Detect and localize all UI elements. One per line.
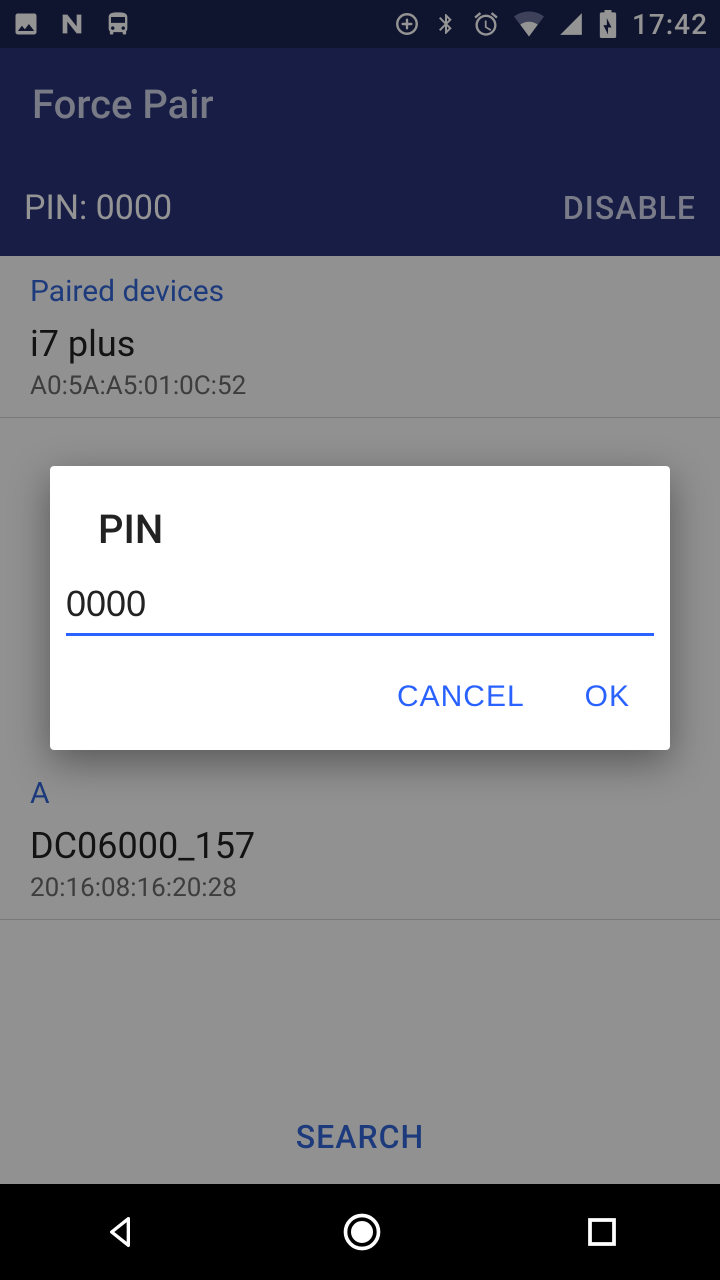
cancel-button[interactable]: CANCEL xyxy=(397,680,525,714)
back-icon[interactable] xyxy=(100,1212,140,1252)
home-icon[interactable] xyxy=(340,1210,384,1254)
recent-apps-icon[interactable] xyxy=(584,1214,620,1250)
nav-bar xyxy=(0,1184,720,1280)
dialog-title: PIN xyxy=(50,506,670,577)
ok-button[interactable]: OK xyxy=(585,680,630,714)
pin-dialog: PIN CANCEL OK xyxy=(50,466,670,750)
pin-input[interactable] xyxy=(66,577,654,636)
